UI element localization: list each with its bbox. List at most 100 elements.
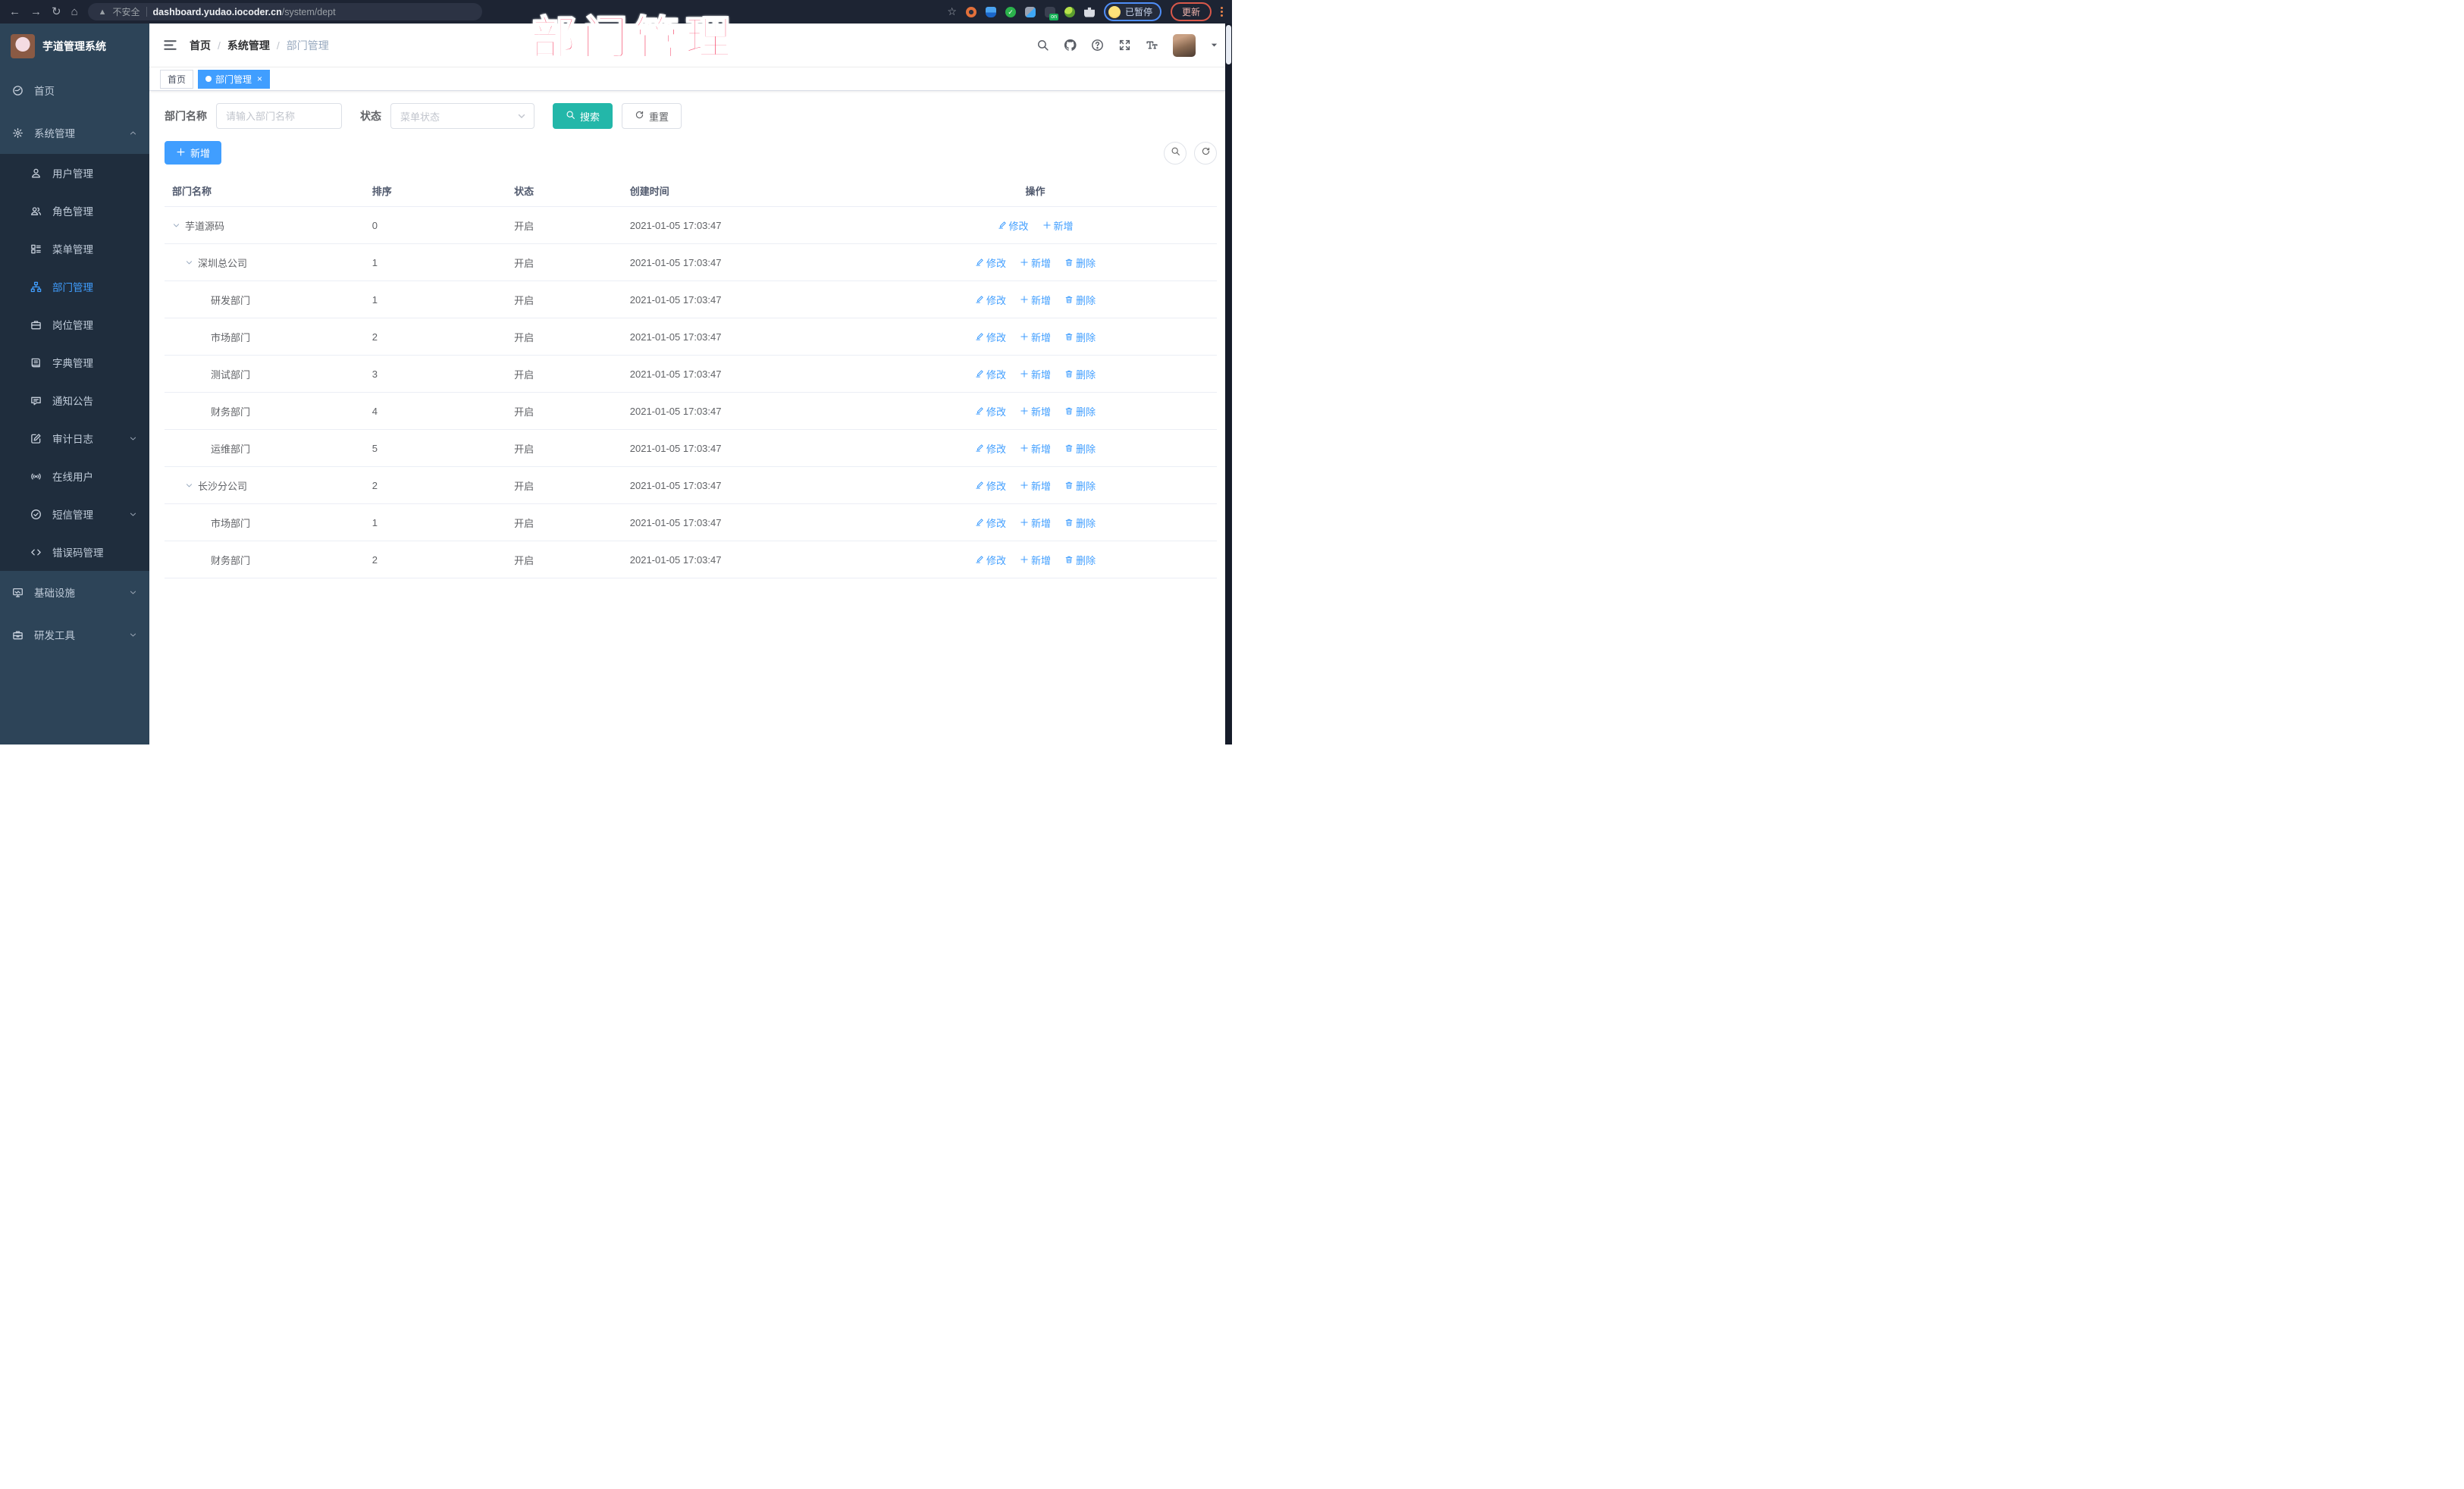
sidebar-item-在线用户[interactable]: 在线用户	[0, 457, 149, 495]
logo-avatar	[11, 34, 35, 58]
navbar: 首页 / 系统管理 / 部门管理	[149, 24, 1232, 67]
help-icon[interactable]	[1091, 39, 1104, 52]
row-add-link[interactable]: 新增	[1020, 478, 1051, 493]
row-add-link[interactable]: 新增	[1042, 218, 1074, 233]
dashboard-icon	[12, 85, 24, 96]
monitor-icon	[12, 587, 24, 598]
sidebar-item-菜单管理[interactable]: 菜单管理	[0, 230, 149, 268]
reset-button[interactable]: 重置	[622, 103, 682, 129]
sidebar-item-首页[interactable]: 首页	[0, 69, 149, 111]
sidebar-item-通知公告[interactable]: 通知公告	[0, 381, 149, 419]
cell-created: 2021-01-05 17:03:47	[629, 405, 722, 417]
row-delete-link[interactable]: 删除	[1064, 367, 1096, 381]
browser-update-button[interactable]: 更新	[1170, 2, 1212, 21]
row-delete-link[interactable]: 删除	[1064, 553, 1096, 567]
row-add-link[interactable]: 新增	[1020, 441, 1051, 456]
page-scrollbar[interactable]	[1225, 24, 1232, 744]
row-add-link[interactable]: 新增	[1020, 293, 1051, 307]
reload-icon[interactable]: ↻	[52, 6, 61, 17]
tab-home[interactable]: 首页	[160, 69, 194, 89]
bookmark-star-icon[interactable]: ☆	[947, 5, 957, 18]
emoji-avatar	[1108, 5, 1121, 18]
green-check-extension-icon[interactable]	[1005, 6, 1016, 17]
row-delete-link[interactable]: 删除	[1064, 516, 1096, 530]
sidebar-item-审计日志[interactable]: 审计日志	[0, 419, 149, 457]
add-button[interactable]: 新增	[165, 141, 222, 165]
row-delete-link[interactable]: 删除	[1064, 478, 1096, 493]
tree-expand-icon[interactable]	[172, 221, 185, 230]
sidebar-item-短信管理[interactable]: 短信管理	[0, 495, 149, 533]
row-edit-link[interactable]: 修改	[998, 218, 1029, 233]
breadcrumb-separator: /	[276, 39, 280, 52]
sidebar-item-错误码管理[interactable]: 错误码管理	[0, 533, 149, 571]
row-edit-link[interactable]: 修改	[975, 441, 1006, 456]
sidebar-item-岗位管理[interactable]: 岗位管理	[0, 306, 149, 343]
blue-pin-extension-icon[interactable]	[985, 6, 996, 17]
browser-menu-icon[interactable]	[1221, 7, 1223, 17]
font-size-icon[interactable]	[1146, 39, 1158, 52]
tab-dept-management[interactable]: 部门管理 ×	[198, 69, 271, 89]
row-edit-link[interactable]: 修改	[975, 255, 1006, 270]
refresh-table-button[interactable]	[1194, 141, 1217, 165]
sidebar-item-部门管理[interactable]: 部门管理	[0, 268, 149, 306]
sidebar-item-label: 在线用户	[52, 472, 93, 483]
sidebar-item-字典管理[interactable]: 字典管理	[0, 343, 149, 381]
row-edit-link[interactable]: 修改	[975, 516, 1006, 530]
on-badge-extension-icon[interactable]	[1044, 6, 1058, 20]
row-add-link[interactable]: 新增	[1020, 516, 1051, 530]
sidebar-item-基础设施[interactable]: 基础设施	[0, 571, 149, 613]
user-caret-icon[interactable]	[1210, 41, 1218, 49]
row-edit-link[interactable]: 修改	[975, 293, 1006, 307]
row-add-link[interactable]: 新增	[1020, 330, 1051, 344]
green-figure-extension-icon[interactable]	[1064, 6, 1075, 17]
cell-dept-name: 财务部门	[211, 554, 251, 566]
cell-actions: 修改 新增 删除	[854, 404, 1217, 418]
sidebar-item-系统管理[interactable]: 系统管理	[0, 111, 149, 154]
sidebar-item-用户管理[interactable]: 用户管理	[0, 154, 149, 192]
row-delete-link[interactable]: 删除	[1064, 441, 1096, 456]
row-delete-link[interactable]: 删除	[1064, 293, 1096, 307]
github-icon[interactable]	[1064, 39, 1077, 52]
forward-icon[interactable]: →	[30, 6, 42, 17]
row-edit-link[interactable]: 修改	[975, 404, 1006, 418]
row-add-link[interactable]: 新增	[1020, 255, 1051, 270]
row-edit-link[interactable]: 修改	[975, 367, 1006, 381]
row-delete-link[interactable]: 删除	[1064, 404, 1096, 418]
tree-expand-icon[interactable]	[185, 481, 198, 490]
sidebar-logo[interactable]: 芋道管理系统	[0, 24, 149, 69]
row-edit-link[interactable]: 修改	[975, 553, 1006, 567]
header-search-icon[interactable]	[1036, 39, 1049, 52]
search-button[interactable]: 搜索	[553, 103, 613, 129]
blue-grid-extension-icon[interactable]	[1024, 6, 1036, 17]
orange-target-extension-icon[interactable]	[965, 6, 977, 17]
row-add-link[interactable]: 新增	[1020, 553, 1051, 567]
hamburger-icon[interactable]	[163, 38, 177, 52]
tree-expand-icon[interactable]	[185, 259, 198, 267]
row-edit-link[interactable]: 修改	[975, 330, 1006, 344]
scrollbar-thumb[interactable]	[1226, 25, 1231, 64]
puzzle-extension-icon[interactable]	[1083, 7, 1095, 17]
sidebar-item-研发工具[interactable]: 研发工具	[0, 613, 149, 656]
dept-name-input[interactable]	[216, 103, 342, 129]
address-bar[interactable]: ▲ 不安全 dashboard.yudao.iocoder.cn/system/…	[87, 3, 482, 20]
row-delete-link[interactable]: 删除	[1064, 330, 1096, 344]
reset-button-label: 重置	[649, 111, 669, 123]
breadcrumb-system[interactable]: 系统管理	[227, 38, 270, 53]
status-select[interactable]: 菜单状态	[390, 103, 534, 129]
sidebar-item-角色管理[interactable]: 角色管理	[0, 192, 149, 230]
breadcrumb-home[interactable]: 首页	[190, 38, 211, 53]
home-icon[interactable]: ⌂	[71, 6, 78, 17]
fullscreen-icon[interactable]	[1118, 39, 1131, 52]
toggle-search-button[interactable]	[1164, 141, 1187, 165]
row-edit-link[interactable]: 修改	[975, 478, 1006, 493]
users-icon	[30, 205, 42, 217]
cell-sort: 2	[371, 479, 378, 491]
sidebar: 芋道管理系统 首页 系统管理 用户管理 角色管理 菜单管理 部门管理 岗位管理 字典管理 通知公…	[0, 24, 149, 744]
paused-badge[interactable]: 已暂停	[1103, 2, 1161, 21]
row-add-link[interactable]: 新增	[1020, 367, 1051, 381]
back-icon[interactable]: ←	[9, 6, 20, 17]
row-delete-link[interactable]: 删除	[1064, 255, 1096, 270]
user-avatar[interactable]	[1173, 33, 1196, 57]
row-add-link[interactable]: 新增	[1020, 404, 1051, 418]
tab-close-icon[interactable]: ×	[257, 74, 262, 83]
